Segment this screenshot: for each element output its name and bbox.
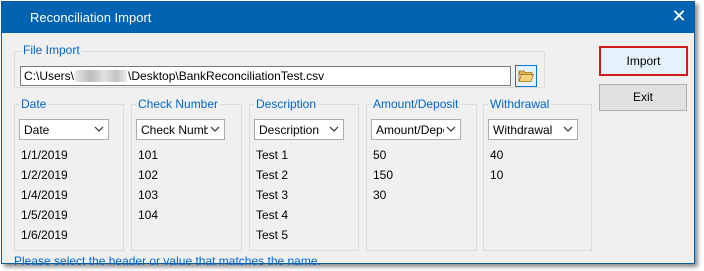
check-number-column-dropdown[interactable]: Check Numbe (136, 119, 225, 140)
file-path-suffix: \Desktop\BankReconciliationTest.csv (128, 69, 325, 83)
withdrawal-dropdown-value: Withdrawal (493, 123, 553, 137)
file-path-field[interactable]: C:\Users\ \Desktop\BankReconciliationTest… (20, 66, 511, 86)
date-value-5: 1/6/2019 (21, 228, 68, 242)
description-value-5: Test 5 (256, 228, 289, 242)
chevron-down-icon (94, 126, 104, 132)
file-path-prefix: C:\Users\ (24, 69, 75, 83)
date-value-4: 1/5/2019 (21, 208, 68, 222)
description-value-1: Test 1 (256, 148, 289, 162)
withdrawal-column-group: Withdrawal Withdrawal 40 10 (483, 97, 592, 251)
dialog-body: File Import C:\Users\ \Desktop\BankReconc… (2, 33, 694, 268)
date-value-3: 1/4/2019 (21, 188, 68, 202)
description-value-3: Test 3 (256, 188, 289, 202)
reconciliation-import-dialog: Reconciliation Import ✕ File Import C:\U… (1, 1, 695, 268)
chevron-down-icon (446, 126, 456, 132)
check-number-dropdown-value: Check Numbe (141, 123, 208, 137)
browse-button[interactable] (515, 65, 537, 87)
window-title: Reconciliation Import (30, 10, 152, 25)
date-column-label: Date (19, 97, 49, 111)
close-button[interactable]: ✕ (664, 2, 694, 33)
description-column-label: Description (254, 97, 319, 111)
withdrawal-value-1: 40 (490, 148, 504, 162)
check-number-value-3: 103 (138, 188, 159, 202)
file-import-label: File Import (21, 43, 82, 57)
exit-button[interactable]: Exit (599, 84, 687, 111)
withdrawal-value-2: 10 (490, 168, 504, 182)
check-number-column-label: Check Number (136, 97, 221, 111)
chevron-down-icon (210, 126, 220, 132)
amount-deposit-value-1: 50 (373, 148, 387, 162)
date-dropdown-value: Date (24, 123, 50, 137)
description-value-4: Test 4 (256, 208, 289, 222)
date-column-group: Date Date 1/1/2019 1/2/2019 1/4/2019 1/5… (14, 97, 124, 251)
status-message: Please select the header or value that m… (14, 254, 321, 268)
file-import-group: File Import C:\Users\ \Desktop\BankReconc… (14, 43, 545, 88)
description-column-group: Description Description Test 1 Test 2 Te… (249, 97, 359, 251)
date-column-dropdown[interactable]: Date (19, 119, 109, 140)
check-number-value-1: 101 (138, 148, 159, 162)
date-value-2: 1/2/2019 (21, 168, 68, 182)
check-number-column-group: Check Number Check Numbe 101 102 103 104 (131, 97, 242, 251)
withdrawal-column-label: Withdrawal (488, 97, 552, 111)
check-number-value-4: 104 (138, 208, 159, 222)
import-button[interactable]: Import (599, 46, 688, 76)
amount-deposit-column-label: Amount/Deposit (371, 97, 461, 111)
redacted-username (75, 70, 128, 82)
description-column-dropdown[interactable]: Description (254, 119, 344, 140)
amount-deposit-dropdown-value: Amount/Depc (376, 123, 444, 137)
amount-deposit-value-3: 30 (373, 188, 387, 202)
description-dropdown-value: Description (259, 123, 320, 137)
description-value-2: Test 2 (256, 168, 289, 182)
check-number-value-2: 102 (138, 168, 159, 182)
chevron-down-icon (563, 126, 573, 132)
date-value-1: 1/1/2019 (21, 148, 68, 162)
folder-open-icon (518, 70, 534, 82)
chevron-down-icon (329, 126, 339, 132)
title-bar[interactable]: Reconciliation Import ✕ (2, 2, 694, 33)
amount-deposit-column-dropdown[interactable]: Amount/Depc (371, 119, 461, 140)
withdrawal-column-dropdown[interactable]: Withdrawal (488, 119, 578, 140)
amount-deposit-column-group: Amount/Deposit Amount/Depc 50 150 30 (366, 97, 477, 251)
amount-deposit-value-2: 150 (373, 168, 394, 182)
